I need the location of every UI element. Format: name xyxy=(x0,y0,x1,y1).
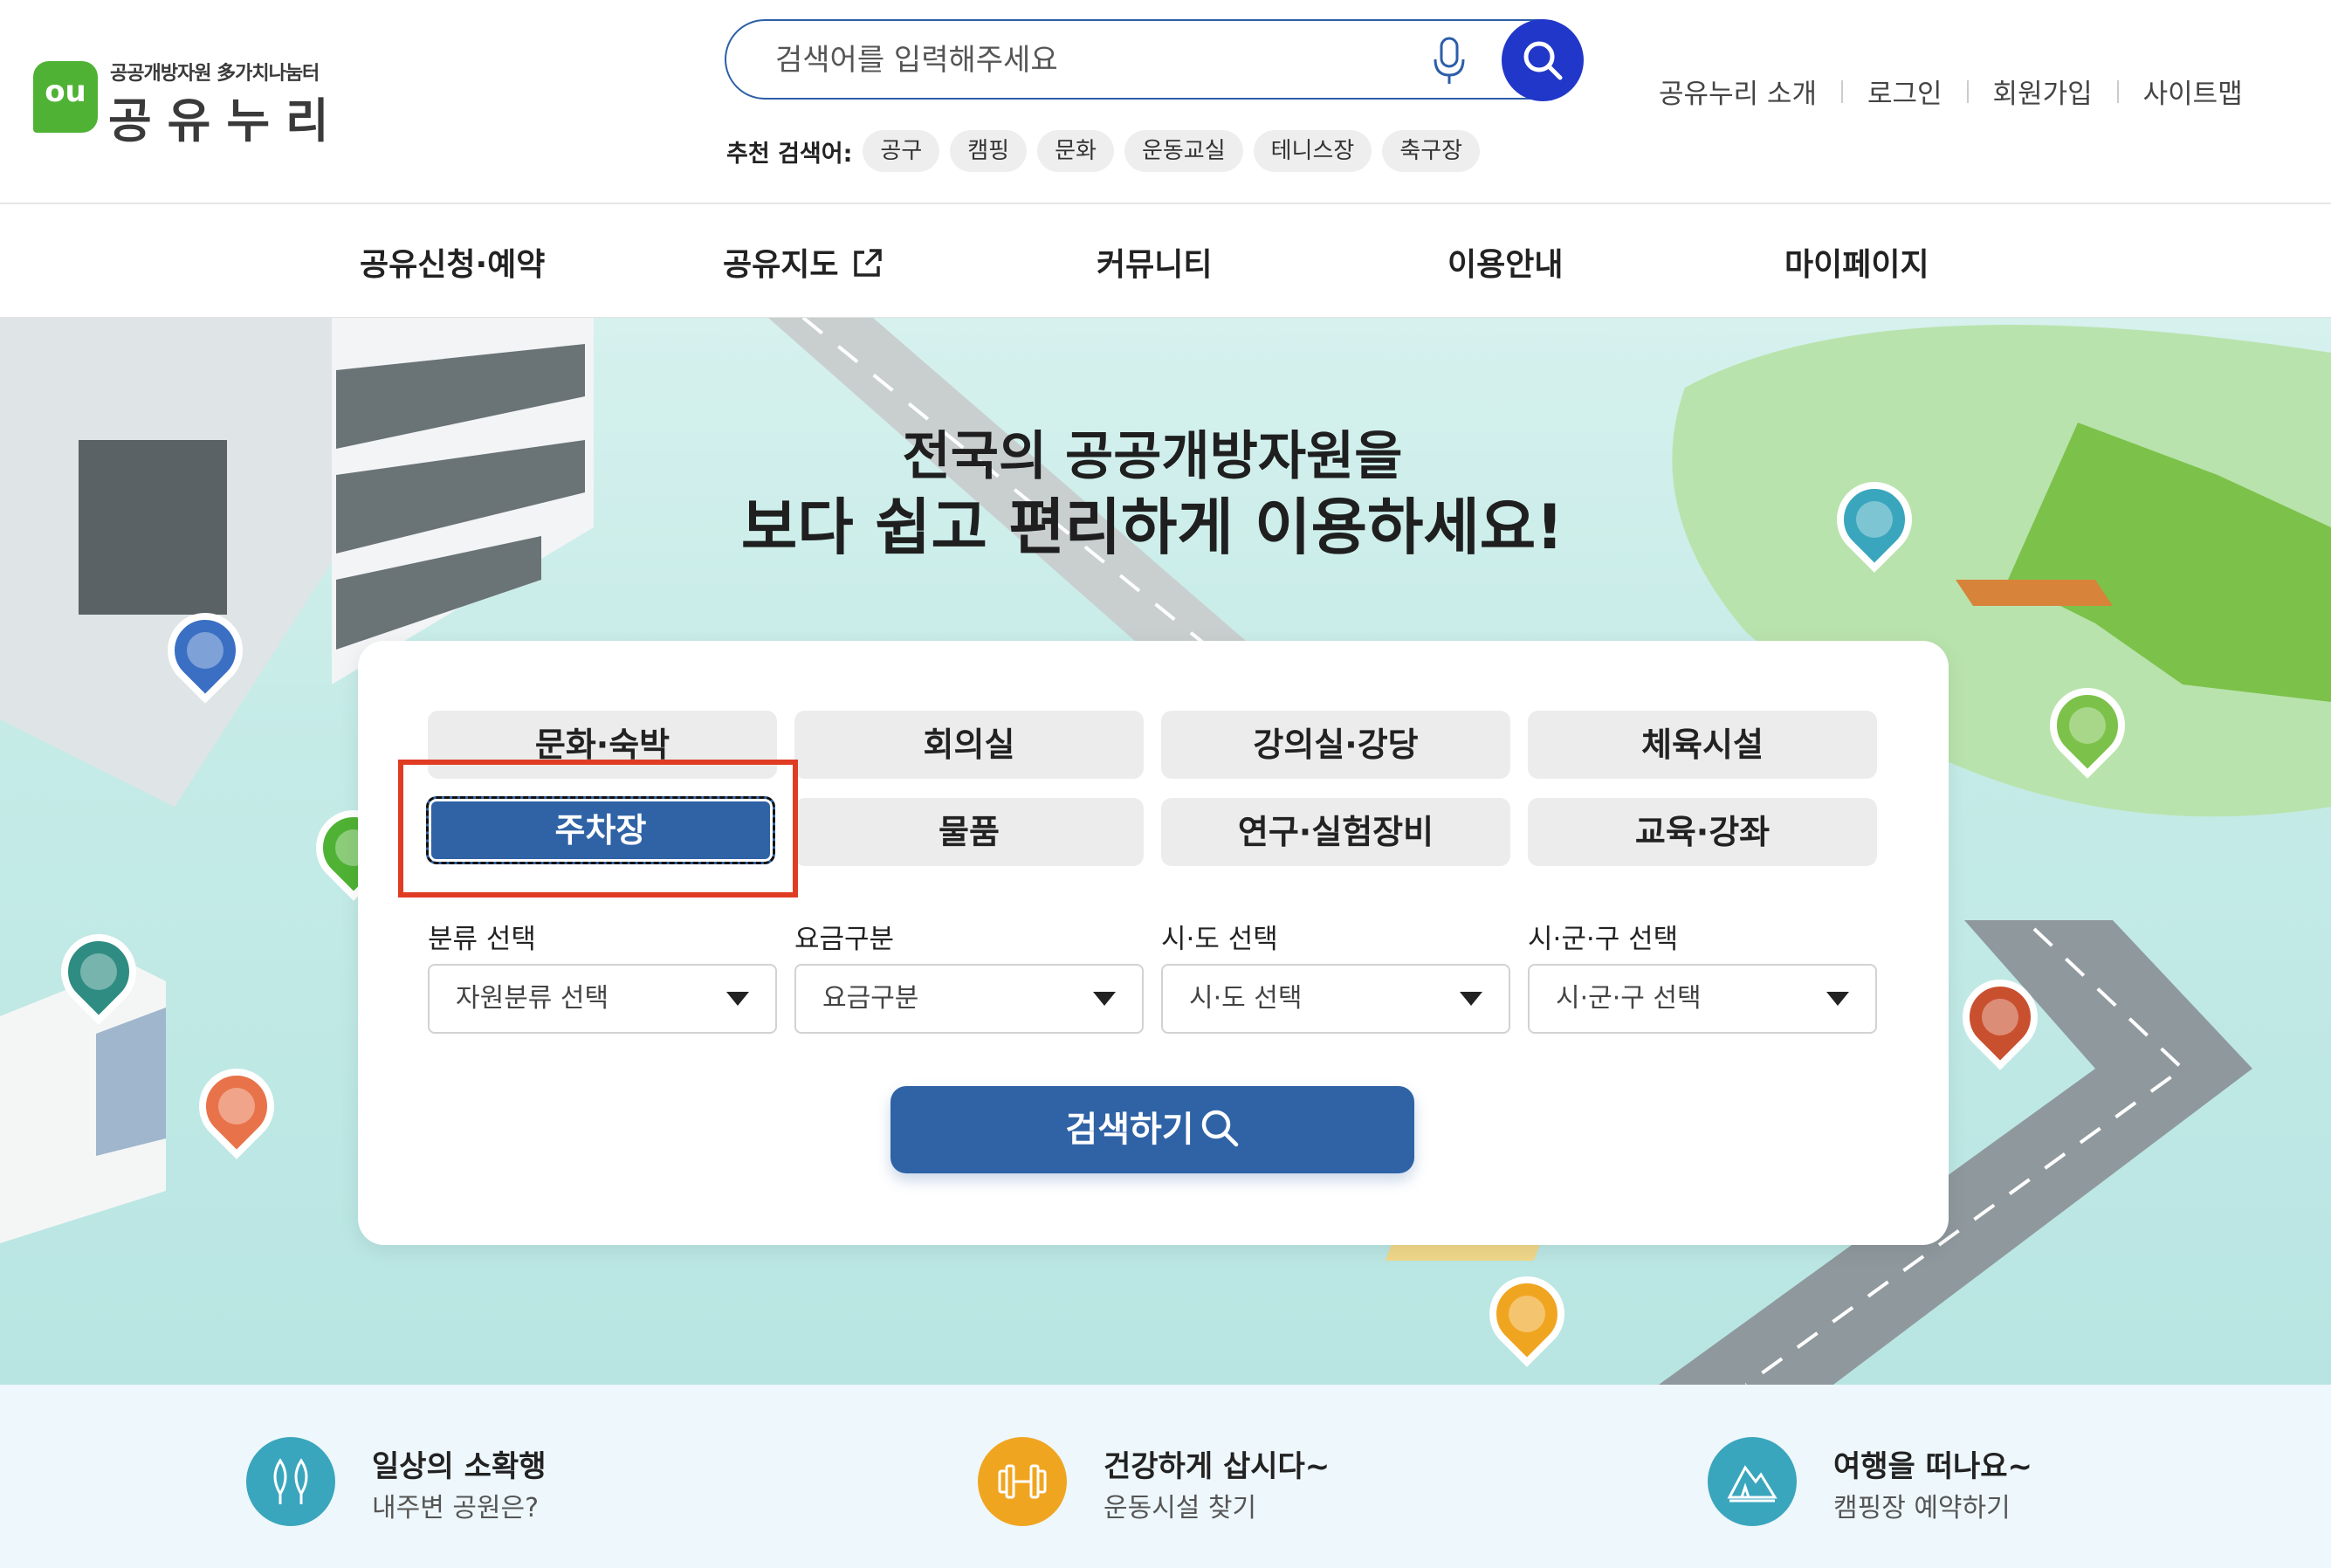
park-icon xyxy=(246,1437,335,1526)
feature-strip: 일상의 소확행 내주변 공원은? 건강하게 삽시다~ 운동시설 찾기 여행을 떠… xyxy=(0,1385,2331,1568)
search-icon xyxy=(1523,41,1563,80)
caret-down-icon xyxy=(726,992,749,1006)
keyword-chip[interactable]: 문화 xyxy=(1037,130,1114,172)
nav-item-mypage[interactable]: 마이페이지 xyxy=(1784,239,1929,285)
keyword-chip[interactable]: 캠핑 xyxy=(950,130,1028,172)
nav-item-map[interactable]: 공유지도 xyxy=(723,239,884,285)
feature-title: 여행을 떠나요~ xyxy=(1833,1449,2033,1484)
select-value: 자원분류 선택 xyxy=(456,983,609,1014)
select-value: 요금구분 xyxy=(822,983,919,1014)
feature-subtitle: 캠핑장 예약하기 xyxy=(1833,1493,2011,1523)
select-value: 시·도 선택 xyxy=(1189,983,1303,1014)
filter-label-fee: 요금구분 xyxy=(794,924,895,955)
nav-item-apply[interactable]: 공유신청·예약 xyxy=(360,239,545,285)
site-logo[interactable]: ou 공공개방자원 多가치나눔터 공유누리 xyxy=(33,58,329,148)
search-button[interactable] xyxy=(1502,19,1584,101)
divider xyxy=(2116,79,2119,103)
tent-icon xyxy=(1708,1437,1797,1526)
category-select[interactable]: 자원분류 선택 xyxy=(428,964,777,1034)
feature-sports[interactable]: 건강하게 삽시다~ 운동시설 찾기 xyxy=(978,1437,1432,1533)
search-input[interactable] xyxy=(775,37,1404,84)
feature-subtitle: 운동시설 찾기 xyxy=(1104,1493,1257,1523)
utility-links: 공유누리 소개 로그인 회원가입 사이트맵 xyxy=(1659,72,2243,111)
external-link-icon xyxy=(854,249,883,277)
link-sitemap[interactable]: 사이트맵 xyxy=(2143,72,2243,111)
select-value: 시·군·구 선택 xyxy=(1556,983,1702,1014)
keyword-chip[interactable]: 테니스장 xyxy=(1253,130,1372,172)
logo-badge-icon: ou xyxy=(33,61,98,133)
category-education[interactable]: 교육·강좌 xyxy=(1528,798,1877,866)
category-sports-facility[interactable]: 체육시설 xyxy=(1528,711,1877,779)
feature-camping[interactable]: 여행을 떠나요~ 캠핑장 예약하기 xyxy=(1708,1437,2162,1533)
category-lecture-hall[interactable]: 강의실·강당 xyxy=(1161,711,1510,779)
filter-label-category: 분류 선택 xyxy=(428,924,536,955)
caret-down-icon xyxy=(1826,992,1849,1006)
hero-title-line2: 보다 쉽고 편리하게 이용하세요! xyxy=(740,492,1564,563)
selection-highlight-box xyxy=(398,760,798,897)
recommended-label: 추천 검색어: xyxy=(726,140,853,168)
divider xyxy=(1966,79,1969,103)
category-research-equipment[interactable]: 연구·실험장비 xyxy=(1161,798,1510,866)
keyword-chip[interactable]: 운동교실 xyxy=(1124,130,1243,172)
main-nav: 공유신청·예약 공유지도 커뮤니티 이용안내 마이페이지 xyxy=(0,204,2331,318)
resource-search-button[interactable]: 검색하기 xyxy=(890,1086,1414,1173)
district-select[interactable]: 시·군·구 선택 xyxy=(1528,964,1877,1034)
feature-title: 일상의 소확행 xyxy=(372,1449,547,1484)
category-meeting-room[interactable]: 회의실 xyxy=(794,711,1144,779)
nav-label: 마이페이지 xyxy=(1784,247,1929,283)
site-header: ou 공공개방자원 多가치나눔터 공유누리 추천 검색어: 공구 캠핑 문화 운… xyxy=(0,0,2331,204)
recommended-keywords: 추천 검색어: 공구 캠핑 문화 운동교실 테니스장 축구장 xyxy=(726,129,1490,173)
filter-label-province: 시·도 선택 xyxy=(1161,924,1278,955)
divider xyxy=(1840,79,1843,103)
caret-down-icon xyxy=(1460,992,1482,1006)
nav-label: 공유신청·예약 xyxy=(360,247,546,283)
link-login[interactable]: 로그인 xyxy=(1867,72,1942,111)
nav-item-guide[interactable]: 이용안내 xyxy=(1447,239,1563,285)
search-icon xyxy=(1201,1110,1238,1147)
search-button-label: 검색하기 xyxy=(1065,1110,1194,1150)
category-goods[interactable]: 물품 xyxy=(794,798,1144,866)
caret-down-icon xyxy=(1093,992,1116,1006)
feature-title: 건강하게 삽시다~ xyxy=(1104,1449,1331,1484)
feature-subtitle: 내주변 공원은? xyxy=(372,1493,540,1523)
link-about[interactable]: 공유누리 소개 xyxy=(1659,72,1817,111)
logo-name: 공유누리 xyxy=(108,93,345,148)
keyword-chip[interactable]: 공구 xyxy=(863,130,940,172)
nav-item-community[interactable]: 커뮤니티 xyxy=(1097,239,1212,285)
fee-select[interactable]: 요금구분 xyxy=(794,964,1144,1034)
province-select[interactable]: 시·도 선택 xyxy=(1161,964,1510,1034)
link-signup[interactable]: 회원가입 xyxy=(1993,72,2093,111)
feature-park[interactable]: 일상의 소확행 내주변 공원은? xyxy=(246,1437,700,1533)
dumbbell-icon xyxy=(978,1437,1067,1526)
global-search-box xyxy=(725,19,1584,101)
filter-label-district: 시·군·구 선택 xyxy=(1528,924,1679,955)
microphone-icon[interactable] xyxy=(1432,37,1467,86)
nav-label: 공유지도 xyxy=(723,247,839,283)
nav-label: 커뮤니티 xyxy=(1097,247,1213,283)
nav-label: 이용안내 xyxy=(1447,247,1564,283)
keyword-chip[interactable]: 축구장 xyxy=(1382,130,1481,172)
